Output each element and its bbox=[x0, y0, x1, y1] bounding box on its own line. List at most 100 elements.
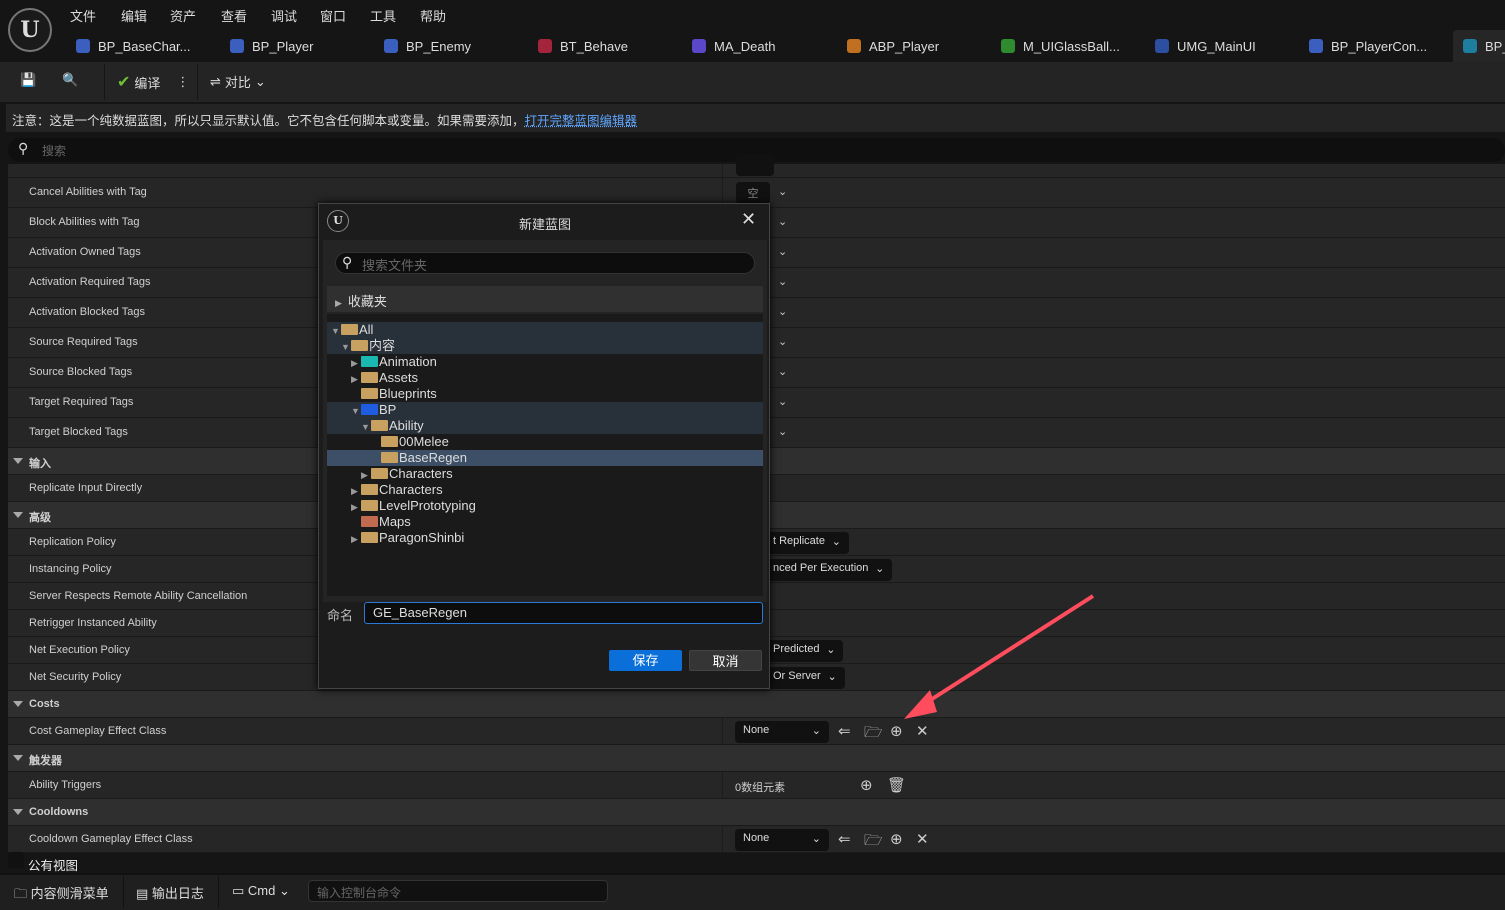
tab-label: UMG_MainUI bbox=[1177, 38, 1256, 54]
folder-ability[interactable]: ▼ Ability bbox=[327, 418, 763, 434]
folder-characters[interactable]: ▶ Characters bbox=[327, 482, 763, 498]
menu-item[interactable]: 查看 bbox=[221, 6, 247, 25]
collapse-arrow-icon[interactable] bbox=[13, 755, 23, 761]
category-header[interactable]: Cooldowns bbox=[8, 799, 1505, 826]
tag-value-box[interactable]: 空 bbox=[736, 182, 770, 204]
folder-baseregen[interactable]: BaseRegen bbox=[327, 450, 763, 466]
chevron-down-icon[interactable]: ⌄ bbox=[778, 215, 787, 228]
tab-9[interactable]: BP_ bbox=[1463, 36, 1505, 56]
delete-all-icon[interactable]: 🗑 bbox=[887, 776, 906, 794]
chevron-down-icon[interactable]: ⌄ bbox=[778, 275, 787, 288]
folder-characters[interactable]: ▶ Characters bbox=[327, 466, 763, 482]
output-log-button[interactable]: ▤ 输出日志 bbox=[136, 883, 204, 902]
unreal-logo-icon[interactable]: U bbox=[8, 8, 52, 52]
column-divider[interactable] bbox=[722, 826, 723, 852]
tag-value-box[interactable] bbox=[736, 154, 774, 176]
console-command-input[interactable]: 输入控制台命令 bbox=[308, 880, 608, 902]
cancel-button[interactable]: 取消 bbox=[689, 650, 762, 671]
column-divider[interactable] bbox=[722, 772, 723, 798]
tab-2[interactable]: BP_Enemy bbox=[384, 36, 471, 56]
chevron-down-icon[interactable]: ⌄ bbox=[778, 395, 787, 408]
notice-text: 注意：这是一个纯数据蓝图，所以只显示默认值。它不包含任何脚本或变量。如果需要添加… bbox=[12, 114, 525, 128]
category-header[interactable]: Costs bbox=[8, 691, 1505, 718]
folder-paragonshinbi[interactable]: ▶ ParagonShinbi bbox=[327, 530, 763, 546]
folder-blueprints[interactable]: Blueprints bbox=[327, 386, 763, 402]
property-label: Replication Policy bbox=[29, 535, 116, 548]
chevron-down-icon[interactable]: ⌄ bbox=[778, 305, 787, 318]
cmd-dropdown[interactable]: ▭ Cmd ⌄ bbox=[232, 883, 290, 899]
chevron-down-icon: ⌄ bbox=[827, 671, 837, 683]
data-only-notice: 注意：这是一个纯数据蓝图，所以只显示默认值。它不包含任何脚本或变量。如果需要添加… bbox=[6, 104, 1505, 132]
tab-7[interactable]: UMG_MainUI bbox=[1155, 36, 1256, 56]
collapse-arrow-icon[interactable] bbox=[13, 701, 23, 707]
more-options-icon[interactable]: ⋮ bbox=[176, 74, 189, 90]
tab-3[interactable]: BT_Behave bbox=[538, 36, 628, 56]
property-label: Cost Gameplay Effect Class bbox=[29, 724, 167, 737]
compile-button[interactable]: ✔ 编译 ⋮ bbox=[117, 72, 189, 92]
folder-search-input[interactable]: ⚲ 搜索文件夹 bbox=[335, 252, 755, 274]
folder-内容[interactable]: ▼ 内容 bbox=[327, 338, 763, 354]
menu-item[interactable]: 窗口 bbox=[320, 6, 346, 25]
content-drawer-button[interactable]: 🗀 内容侧滑菜单 bbox=[14, 883, 109, 907]
browse-asset-icon[interactable]: 🗁 bbox=[864, 830, 883, 855]
clear-icon[interactable]: ✕ bbox=[916, 830, 929, 848]
menu-item[interactable]: 帮助 bbox=[420, 6, 446, 25]
use-selected-icon[interactable]: ⇐ bbox=[838, 830, 851, 848]
folder-animation[interactable]: ▶ Animation bbox=[327, 354, 763, 370]
column-divider[interactable] bbox=[722, 718, 723, 744]
folder-icon bbox=[361, 388, 378, 399]
public-view-checkbox[interactable] bbox=[8, 852, 24, 868]
add-new-icon[interactable]: ⊕ bbox=[890, 722, 903, 740]
class-picker-dropdown[interactable]: None ⌄ bbox=[735, 721, 829, 743]
chevron-down-icon[interactable]: ⌄ bbox=[778, 425, 787, 438]
save-button[interactable]: 保存 bbox=[609, 650, 682, 671]
diff-icon: ⇌ bbox=[210, 73, 221, 89]
browse-asset-icon[interactable]: 🗁 bbox=[864, 722, 883, 747]
folder-open-icon bbox=[341, 324, 358, 335]
add-new-icon[interactable]: ⊕ bbox=[890, 830, 903, 848]
folder-assets[interactable]: ▶ Assets bbox=[327, 370, 763, 386]
save-icon[interactable]: 💾 bbox=[20, 72, 36, 88]
folder-bp[interactable]: ▼ BP bbox=[327, 402, 763, 418]
tab-4[interactable]: MA_Death bbox=[692, 36, 775, 56]
folder-label: Characters bbox=[379, 482, 443, 497]
menu-item[interactable]: 调试 bbox=[271, 6, 297, 25]
chevron-down-icon[interactable]: ⌄ bbox=[778, 335, 787, 348]
tab-5[interactable]: ABP_Player bbox=[847, 36, 939, 56]
tab-1[interactable]: BP_Player bbox=[230, 36, 313, 56]
tab-0[interactable]: BP_BaseChar... bbox=[76, 36, 191, 56]
property-label: Ability Triggers bbox=[29, 778, 102, 791]
close-icon[interactable]: ✕ bbox=[741, 209, 756, 230]
tab-6[interactable]: M_UIGlassBall... bbox=[1001, 36, 1120, 56]
property-label: Retrigger Instanced Ability bbox=[29, 616, 157, 629]
folder-maps[interactable]: Maps bbox=[327, 514, 763, 530]
search-icon: ⚲ bbox=[342, 254, 353, 270]
chevron-down-icon[interactable]: ⌄ bbox=[778, 245, 787, 258]
favorites-section[interactable]: ▶ 收藏夹 bbox=[327, 286, 763, 312]
folder-00melee[interactable]: 00Melee bbox=[327, 434, 763, 450]
menu-item[interactable]: 资产 bbox=[170, 6, 196, 25]
menu-item[interactable]: 文件 bbox=[70, 6, 96, 25]
category-header[interactable]: 触发器 bbox=[8, 745, 1505, 772]
menu-item[interactable]: 编辑 bbox=[121, 6, 147, 25]
collapse-arrow-icon[interactable] bbox=[13, 512, 23, 518]
open-full-editor-link[interactable]: 打开完整蓝图编辑器 bbox=[525, 114, 638, 128]
class-picker-dropdown[interactable]: None ⌄ bbox=[735, 829, 829, 851]
menu-item[interactable]: 工具 bbox=[370, 6, 396, 25]
diff-button[interactable]: ⇌ 对比 ⌄ bbox=[210, 72, 266, 91]
collapse-arrow-icon[interactable] bbox=[13, 809, 23, 815]
browse-icon[interactable]: 🔍 bbox=[62, 72, 78, 88]
diff-label: 对比 bbox=[224, 75, 251, 90]
collapse-arrow-icon[interactable] bbox=[13, 458, 23, 464]
asset-name-input[interactable]: GE_BaseRegen bbox=[364, 602, 763, 624]
folder-levelprototyping[interactable]: ▶ LevelPrototyping bbox=[327, 498, 763, 514]
add-element-icon[interactable]: ⊕ bbox=[860, 776, 873, 794]
tab-8[interactable]: BP_PlayerCon... bbox=[1309, 36, 1427, 56]
chevron-down-icon[interactable]: ⌄ bbox=[778, 185, 787, 198]
property-label: Target Required Tags bbox=[29, 396, 134, 408]
status-bar bbox=[0, 873, 1505, 910]
folder-all[interactable]: ▼ All bbox=[327, 322, 763, 338]
use-selected-icon[interactable]: ⇐ bbox=[838, 722, 851, 740]
chevron-down-icon[interactable]: ⌄ bbox=[778, 365, 787, 378]
clear-icon[interactable]: ✕ bbox=[916, 722, 929, 740]
